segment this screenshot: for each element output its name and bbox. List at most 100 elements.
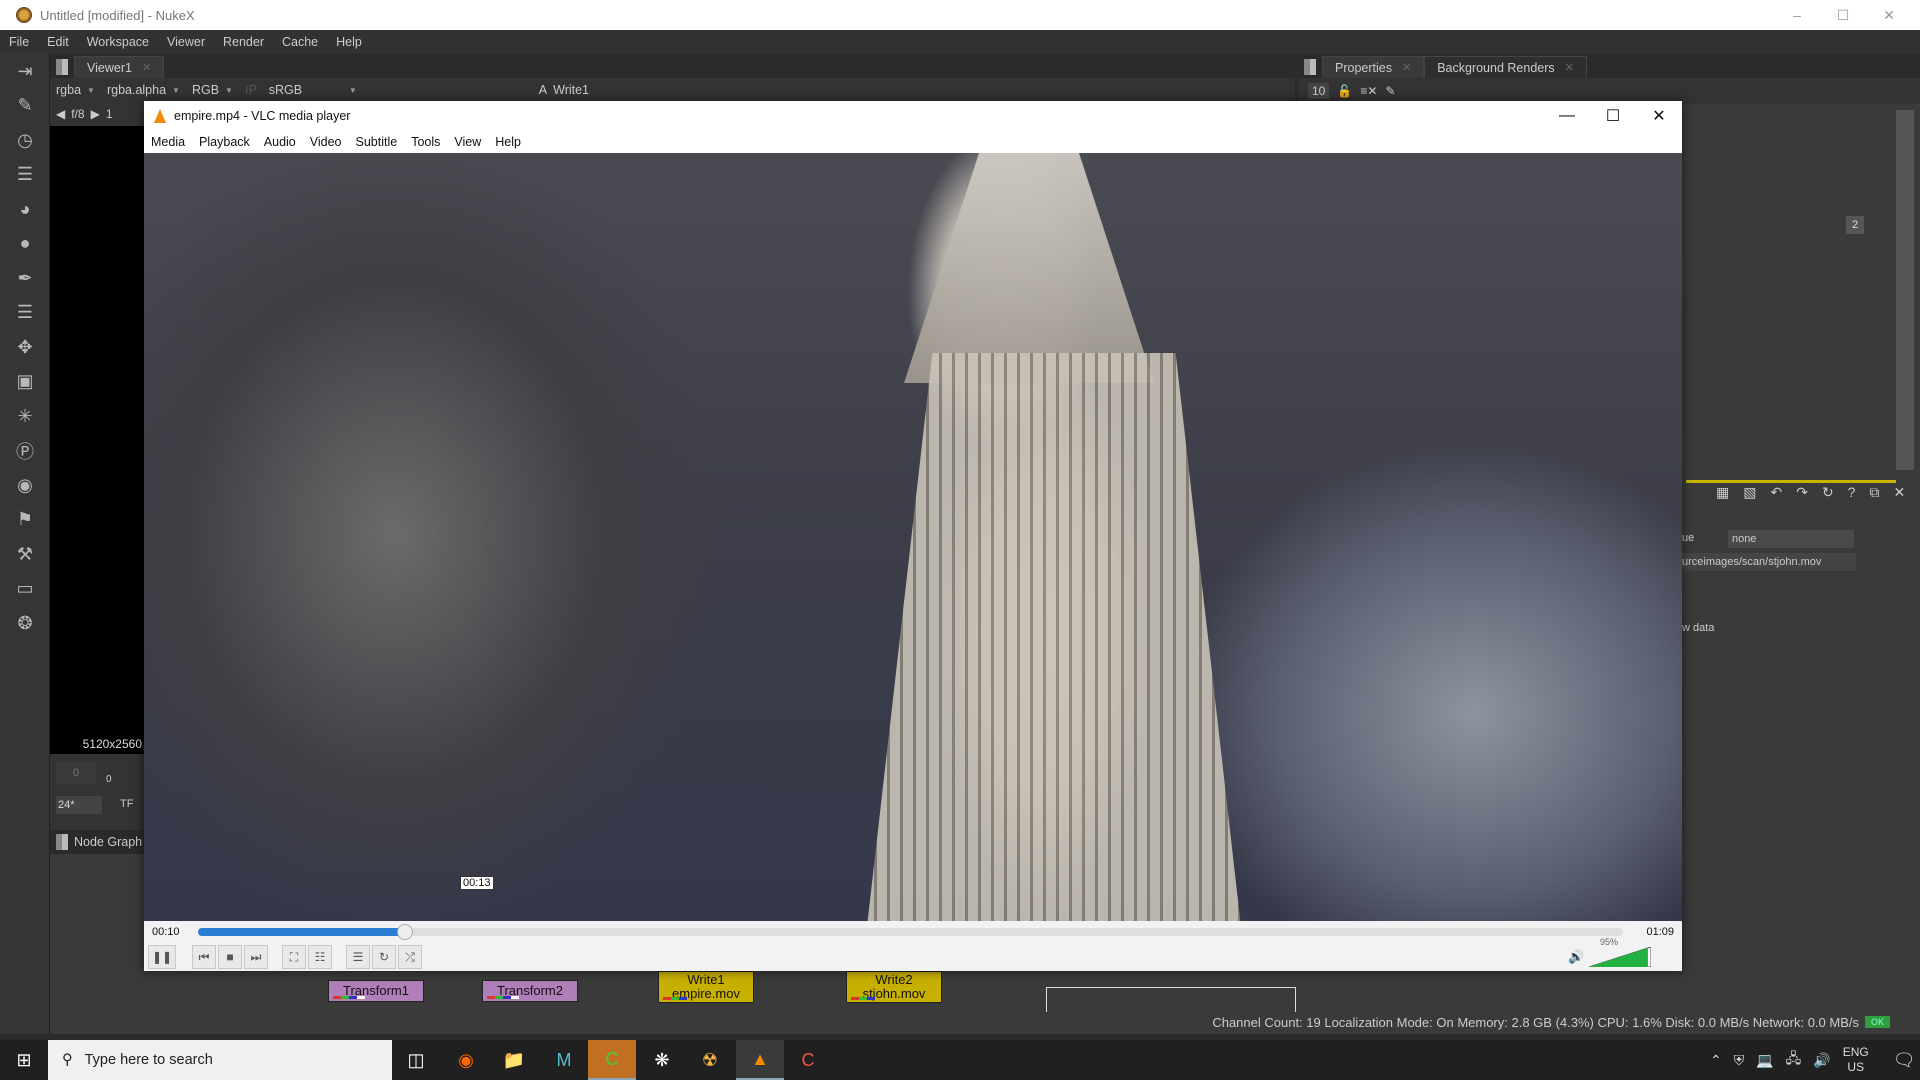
pause-button[interactable]: ❚❚ [148,945,176,969]
panel-grip-icon[interactable] [56,59,68,75]
tf-dropdown[interactable]: TF [120,798,133,810]
menu-cache[interactable]: Cache [273,35,327,49]
panel-grip-icon[interactable] [56,834,68,850]
menu-workspace[interactable]: Workspace [78,35,158,49]
input-a-dropdown[interactable]: A Write1 [533,83,595,97]
node-write2[interactable]: Write2 stjohn.mov [846,971,942,1003]
close-tab-icon[interactable]: ✕ [142,61,151,74]
vlc-close-button[interactable]: ✕ [1636,101,1682,131]
fstop-value[interactable]: f/8 [71,107,84,121]
vlc-menu-subtitle[interactable]: Subtitle [349,135,405,149]
defender-icon[interactable]: ⛨ [1734,1052,1745,1069]
redo-icon[interactable]: ↷ [1796,484,1808,501]
revert-icon[interactable]: ↻ [1822,484,1834,501]
speaker-icon[interactable]: 🔊 [1568,949,1584,965]
maya-icon[interactable]: M [540,1040,588,1080]
loop-button[interactable]: ↻ [372,945,396,969]
nuke-icon[interactable]: ☢ [686,1040,734,1080]
show-hidden-icons[interactable]: ⌃ [1710,1052,1722,1069]
vlc-menu-media[interactable]: Media [144,135,192,149]
tab-background-renders[interactable]: Background Renders ✕ [1424,56,1587,78]
deep-icon[interactable]: Ⓟ [0,434,50,469]
camtasia-icon[interactable]: C [588,1040,636,1080]
playlist-button[interactable]: ☰ [346,945,370,969]
vlc-icon[interactable]: ▲ [736,1040,784,1080]
lock-icon[interactable]: 🔓 [1337,84,1352,98]
file-explorer-icon[interactable]: 📁 [490,1040,538,1080]
other-icon[interactable]: ▭ [0,572,50,607]
transform-icon[interactable]: ✥ [0,330,50,365]
channel-icon[interactable]: ☰ [0,158,50,193]
lut-dropdown[interactable]: sRGB ▼ [263,83,363,97]
shuffle-button[interactable]: ⤮ [398,945,422,969]
vlc-menu-help[interactable]: Help [488,135,528,149]
start-frame-field[interactable]: 0 [56,762,96,784]
node-write1[interactable]: Write1 empire.mov [658,971,754,1003]
tab-properties[interactable]: Properties ✕ [1322,56,1425,78]
help-icon[interactable]: ? [1848,484,1856,501]
close-tab-icon[interactable]: ✕ [1565,61,1574,74]
vpn-icon[interactable]: 💻 [1756,1052,1773,1069]
fps-dropdown[interactable]: 24* [56,796,102,814]
filter-icon[interactable]: ● [0,227,50,262]
vlc-minimize-button[interactable]: — [1544,101,1590,131]
views-icon[interactable]: ◉ [0,468,50,503]
taskbar-search[interactable]: ⚲ Type here to search [48,1040,392,1080]
video-frame[interactable] [144,153,1682,921]
3d-icon[interactable]: ▣ [0,365,50,400]
close-icon[interactable]: ✕ [1893,484,1905,501]
particles-icon[interactable]: ✳ [0,399,50,434]
next-button[interactable]: ⏭ [244,945,268,969]
alpha-dropdown[interactable]: rgba.alpha ▼ [101,83,186,97]
menu-help[interactable]: Help [327,35,371,49]
menu-edit[interactable]: Edit [38,35,78,49]
furnace-icon[interactable]: ❂ [0,606,50,641]
max-panels-field[interactable]: 10 [1308,83,1330,99]
volume-icon[interactable]: 🔊 [1813,1052,1830,1069]
menu-file[interactable]: File [0,35,38,49]
ip-button[interactable]: IP [239,83,263,97]
panel-grip-icon[interactable] [1304,59,1316,75]
node-color2-icon[interactable]: ▧ [1743,484,1756,501]
metadata-icon[interactable]: ⚑ [0,503,50,538]
volume-slider[interactable] [1589,947,1651,967]
keyer-icon[interactable]: ✒ [0,261,50,296]
prev-fstop-icon[interactable]: ◀ [50,107,71,121]
vlc-menu-video[interactable]: Video [303,135,349,149]
action-center-icon[interactable]: 🗨 [1893,1050,1916,1071]
viewer-canvas[interactable] [50,126,144,734]
toolsets-icon[interactable]: ⚒ [0,537,50,572]
next-fstop-icon[interactable]: ▶ [85,107,106,121]
color-icon[interactable]: ◕ [0,192,50,227]
float-icon[interactable]: ⧉ [1869,484,1879,501]
camtasia-recorder-icon[interactable]: C [784,1040,832,1080]
channels-dropdown[interactable]: rgba ▼ [50,83,101,97]
time-icon[interactable]: ◷ [0,123,50,158]
vlc-menu-playback[interactable]: Playback [192,135,257,149]
start-button[interactable]: ⊞ [0,1040,48,1080]
task-view-icon[interactable]: ◫ [392,1040,440,1080]
file-path-field[interactable]: urceimages/scan/stjohn.mov [1682,553,1856,571]
menu-render[interactable]: Render [214,35,273,49]
tab-node-graph[interactable]: Node Graph [74,835,142,849]
undo-icon[interactable]: ↶ [1770,484,1782,501]
previous-button[interactable]: ⏮ [192,945,216,969]
seek-handle[interactable] [396,924,413,940]
clear-panels-icon[interactable]: ≡✕ [1360,84,1377,98]
vlc-menu-tools[interactable]: Tools [404,135,447,149]
seek-slider[interactable] [198,924,1623,940]
tab-viewer1[interactable]: Viewer1 ✕ [74,56,165,78]
houdini-icon[interactable]: ❋ [638,1040,686,1080]
frame-field[interactable]: 1 [106,107,113,121]
colorspace-dropdown[interactable]: none [1728,530,1854,548]
close-button[interactable]: ✕ [1866,0,1912,30]
edit-icon[interactable]: ✎ [1385,84,1395,98]
display-dropdown[interactable]: RGB ▼ [186,83,239,97]
node-color-icon[interactable]: ▦ [1716,484,1729,501]
merge-icon[interactable]: ☰ [0,296,50,331]
vlc-menu-view[interactable]: View [447,135,488,149]
draw-icon[interactable]: ✎ [0,89,50,124]
vlc-menu-audio[interactable]: Audio [257,135,303,149]
node-graph-minimap[interactable] [1046,987,1296,1012]
menu-viewer[interactable]: Viewer [158,35,214,49]
